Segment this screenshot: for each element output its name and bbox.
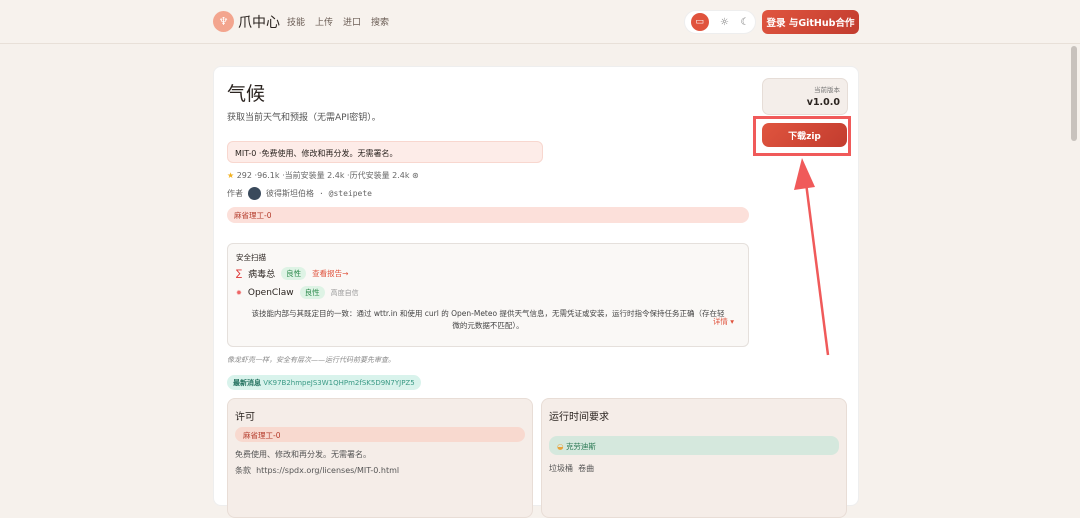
annotation-arrow [794,158,830,356]
scrollbar[interactable] [1071,46,1077,141]
